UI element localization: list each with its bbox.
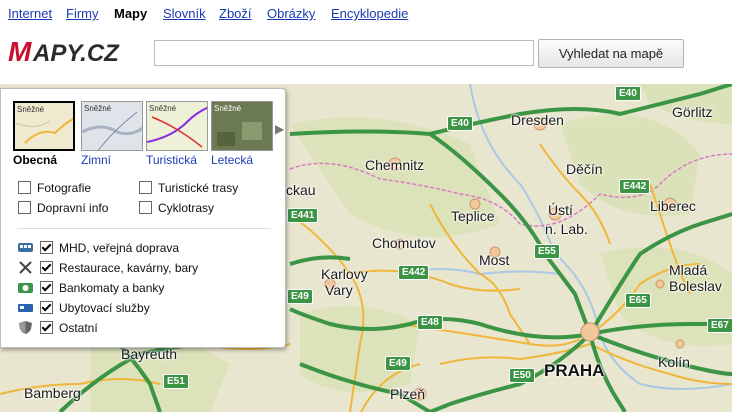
map-type-turisticka[interactable]: Sněžné Turistická bbox=[146, 101, 210, 167]
layer-fotografie[interactable]: Fotografie bbox=[18, 181, 91, 195]
road-shield-e49: E49 bbox=[287, 289, 313, 304]
poi-label: Bankomaty a banky bbox=[59, 281, 165, 295]
bank-icon bbox=[18, 283, 33, 293]
layer-cyklotrasy[interactable]: Cyklotrasy bbox=[139, 201, 214, 215]
map-type-thumbnail: Sněžné bbox=[81, 101, 143, 151]
shield-icon bbox=[19, 321, 32, 334]
city-liberec: Liberec bbox=[650, 198, 696, 214]
city-mlada: Mladá bbox=[669, 262, 708, 278]
city-vary: Vary bbox=[325, 282, 353, 298]
city-teplice: Teplice bbox=[451, 208, 495, 224]
city-decin: Děčín bbox=[566, 161, 603, 177]
road-shield-e40: E40 bbox=[447, 116, 473, 131]
map-type-label: Turistická bbox=[146, 153, 197, 167]
logo-graphic: M APY.CZ bbox=[8, 36, 120, 67]
city-ckau: ckau bbox=[286, 182, 316, 198]
map-type-thumbnail: Sněžné bbox=[211, 101, 273, 151]
road-shield-e67: E67 bbox=[707, 318, 732, 333]
map-type-obecna[interactable]: Sněžné Obecná bbox=[13, 101, 77, 167]
chevron-right-icon[interactable]: ▶ bbox=[275, 122, 284, 136]
city-bayreuth: Bayreuth bbox=[121, 346, 178, 362]
mapy-logo[interactable]: M APY.CZ bbox=[8, 36, 138, 67]
road-shield-e49: E49 bbox=[385, 356, 411, 371]
checkbox[interactable] bbox=[40, 261, 53, 274]
bed-icon bbox=[18, 304, 33, 312]
road-shield-e55: E55 bbox=[534, 244, 560, 259]
bus-icon bbox=[18, 243, 33, 252]
logo-text: APY.CZ bbox=[32, 40, 120, 66]
city-kolin: Kolín bbox=[658, 354, 690, 370]
city-praha: PRAHA bbox=[544, 361, 605, 380]
city-usti: Ústí bbox=[548, 202, 573, 218]
poi-restaurace[interactable]: Restaurace, kavárny, bary bbox=[17, 260, 198, 275]
poi-bankomaty[interactable]: Bankomaty a banky bbox=[17, 280, 164, 295]
search-button[interactable]: Vyhledat na mapě bbox=[538, 39, 684, 68]
layer-label: Turistické trasy bbox=[158, 181, 239, 195]
road-shield-e442: E442 bbox=[619, 179, 651, 194]
map-type-thumbnail: Sněžné bbox=[146, 101, 208, 151]
nav-zbozi[interactable]: Zboží bbox=[219, 6, 252, 21]
city-chomutov: Chomutov bbox=[372, 235, 436, 251]
poi-label: Ubytovací služby bbox=[59, 301, 150, 315]
poi-ostatni[interactable]: Ostatní bbox=[17, 320, 98, 335]
poi-ubytovani[interactable]: Ubytovací služby bbox=[17, 300, 150, 315]
top-navigation: Internet Firmy Mapy Slovník Zboží Obrázk… bbox=[0, 0, 732, 26]
map-layers-panel: Sněžné Obecná Sněžné Zimní Sněžné Turist… bbox=[0, 88, 286, 348]
cutlery-icon bbox=[19, 261, 32, 274]
search-input[interactable] bbox=[154, 40, 534, 66]
layer-label: Cyklotrasy bbox=[158, 201, 215, 215]
nav-mapy[interactable]: Mapy bbox=[114, 6, 147, 21]
nav-slovnik[interactable]: Slovník bbox=[163, 6, 206, 21]
city-chemnitz: Chemnitz bbox=[365, 157, 425, 173]
poi-mhd[interactable]: MHD, veřejná doprava bbox=[17, 240, 179, 255]
checkbox[interactable] bbox=[40, 241, 53, 254]
checkbox[interactable] bbox=[139, 201, 152, 214]
road-shield-e441: E441 bbox=[287, 208, 319, 223]
city-gorlitz: Görlitz bbox=[672, 104, 713, 120]
panel-divider bbox=[17, 228, 271, 229]
city-dresden: Dresden bbox=[511, 112, 564, 128]
checkbox[interactable] bbox=[18, 181, 31, 194]
thumbnail-label: Sněžné bbox=[214, 104, 242, 113]
layer-label: Fotografie bbox=[37, 181, 92, 195]
thumbnail-label: Sněžné bbox=[84, 104, 112, 113]
checkbox[interactable] bbox=[139, 181, 152, 194]
nav-obrazky[interactable]: Obrázky bbox=[267, 6, 315, 21]
city-most: Most bbox=[479, 252, 510, 268]
city-bamberg: Bamberg bbox=[24, 385, 81, 401]
road-shield-e40: E40 bbox=[615, 86, 641, 101]
map-type-zimni[interactable]: Sněžné Zimní bbox=[81, 101, 145, 167]
city-plzen: Plzeň bbox=[390, 386, 426, 402]
poi-label: Ostatní bbox=[59, 321, 98, 335]
road-shield-e50: E50 bbox=[509, 368, 535, 383]
nav-firmy[interactable]: Firmy bbox=[66, 6, 99, 21]
nav-internet[interactable]: Internet bbox=[8, 6, 52, 21]
poi-label: MHD, veřejná doprava bbox=[59, 241, 180, 255]
thumbnail-label: Sněžné bbox=[149, 104, 177, 113]
map-type-label: Letecká bbox=[211, 153, 254, 167]
road-shield-e51: E51 bbox=[163, 374, 189, 389]
layer-label: Dopravní info bbox=[37, 201, 109, 215]
layer-dopravni-info[interactable]: Dopravní info bbox=[18, 201, 108, 215]
city-boleslav: Boleslav bbox=[669, 278, 722, 294]
map-type-label: Zimní bbox=[81, 153, 111, 167]
layer-turisticke-trasy[interactable]: Turistické trasy bbox=[139, 181, 238, 195]
city-karlovy: Karlovy bbox=[321, 266, 368, 282]
checkbox[interactable] bbox=[40, 281, 53, 294]
thumbnail-label: Sněžné bbox=[17, 105, 45, 114]
city-usti-nad-labem: n. Lab. bbox=[545, 221, 588, 237]
road-shield-e48: E48 bbox=[417, 315, 443, 330]
checkbox[interactable] bbox=[40, 321, 53, 334]
road-shield-e442: E442 bbox=[398, 265, 430, 280]
logo-letter-m: M bbox=[8, 36, 32, 66]
map-type-thumbnail: Sněžné bbox=[13, 101, 75, 151]
checkbox[interactable] bbox=[40, 301, 53, 314]
nav-encyklopedie[interactable]: Encyklopedie bbox=[331, 6, 408, 21]
checkbox[interactable] bbox=[18, 201, 31, 214]
road-shield-e65: E65 bbox=[625, 293, 651, 308]
map-type-label: Obecná bbox=[13, 153, 58, 167]
poi-label: Restaurace, kavárny, bary bbox=[59, 261, 199, 275]
map-type-letecka[interactable]: Sněžné Letecká bbox=[211, 101, 275, 167]
